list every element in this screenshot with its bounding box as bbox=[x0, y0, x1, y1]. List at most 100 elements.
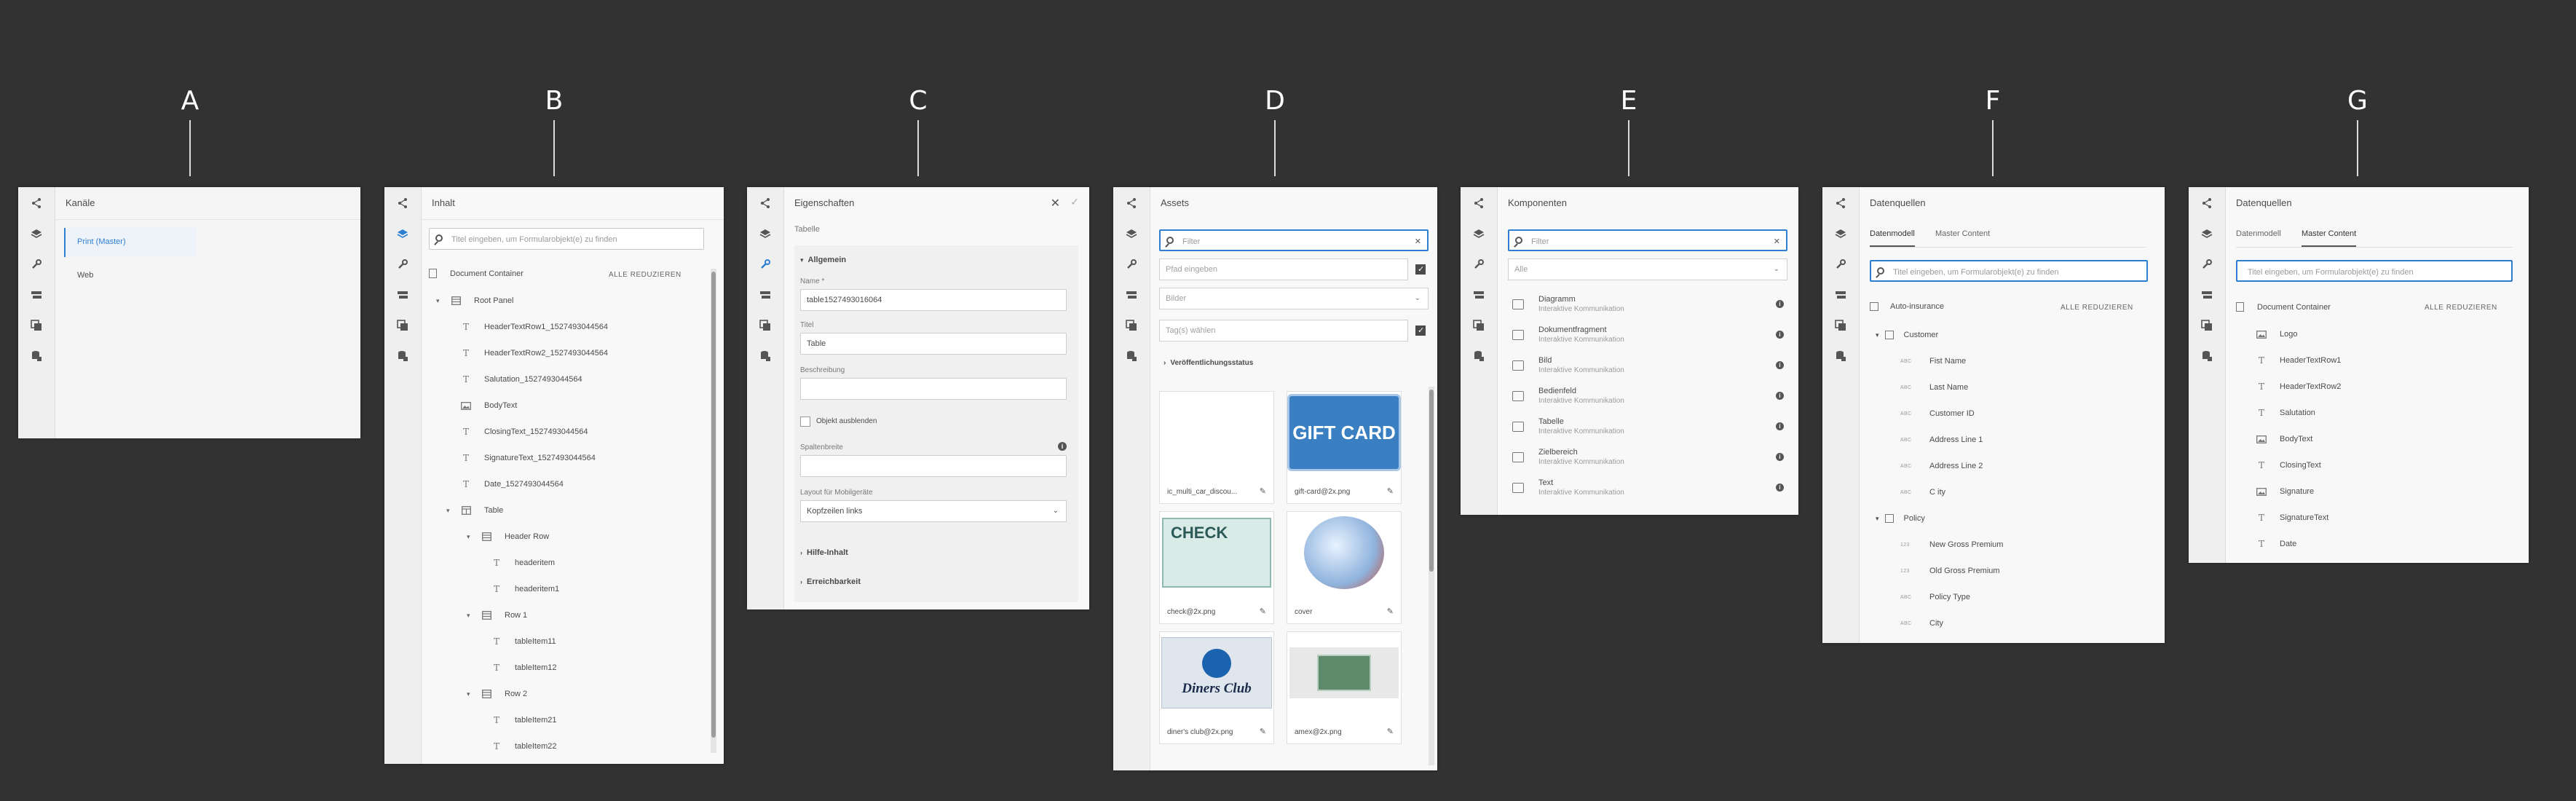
data-model-item[interactable]: ABC Policy Type bbox=[1900, 584, 1970, 610]
tree-item[interactable]: Theaderitem1 bbox=[490, 577, 559, 601]
share-icon[interactable] bbox=[1831, 194, 1850, 212]
section-accessibility-toggle[interactable]: › Erreichbarkeit bbox=[800, 577, 861, 586]
component-item[interactable]: Diagramm Interaktive Kommunikation i bbox=[1508, 291, 1788, 321]
tree-item[interactable]: T Salutation_1527493044564 bbox=[459, 367, 582, 392]
tab-master-content[interactable]: Master Content bbox=[1935, 229, 1990, 245]
chevron-down-icon[interactable]: ▾ bbox=[467, 533, 470, 541]
filter-input[interactable]: Filter ✕ bbox=[1508, 229, 1787, 251]
component-item[interactable]: Bedienfeld Interaktive Kommunikation i bbox=[1508, 382, 1788, 413]
copy-icon[interactable] bbox=[2197, 317, 2216, 334]
list-layout-icon[interactable] bbox=[1469, 286, 1488, 304]
layers-icon[interactable] bbox=[756, 225, 775, 242]
wrench-icon[interactable] bbox=[1469, 256, 1488, 273]
data-model-item[interactable]: ABC City bbox=[1900, 610, 1943, 636]
tags-input[interactable]: Tag(s) wählen bbox=[1159, 320, 1408, 342]
collapse-all-button[interactable]: ALLE REDUZIEREN bbox=[609, 271, 681, 279]
tree-item[interactable]: T SignatureText_1527493044564 bbox=[459, 446, 596, 470]
data-model-item[interactable]: ABC Fist Name bbox=[1900, 348, 1966, 374]
list-layout-icon[interactable] bbox=[393, 286, 412, 304]
close-icon[interactable]: ✕ bbox=[1051, 196, 1060, 210]
tree-item[interactable]: T HeaderTextRow1_1527493044564 bbox=[459, 315, 608, 339]
tree-item[interactable]: ▾ Header Row bbox=[467, 524, 549, 549]
data-model-item[interactable]: 123 Old Gross Premium bbox=[1900, 558, 2000, 584]
wrench-icon[interactable] bbox=[2197, 256, 2216, 273]
list-layout-icon[interactable] bbox=[1122, 286, 1141, 304]
data-source-icon[interactable] bbox=[756, 347, 775, 365]
tree-item[interactable]: ▾ Table bbox=[446, 498, 503, 523]
asset-card[interactable]: CHECK check@2x.png ✎ bbox=[1159, 511, 1274, 624]
copy-icon[interactable] bbox=[1469, 317, 1488, 334]
asset-card[interactable]: amex@2x.png ✎ bbox=[1287, 631, 1402, 744]
chevron-down-icon[interactable]: ▾ bbox=[467, 612, 470, 620]
info-icon[interactable]: i bbox=[1776, 300, 1784, 308]
wrench-icon[interactable] bbox=[1831, 256, 1850, 273]
share-icon[interactable] bbox=[1469, 194, 1488, 212]
content-item[interactable]: Signature bbox=[2255, 479, 2314, 504]
share-icon[interactable] bbox=[393, 194, 412, 212]
tree-item[interactable]: ▾ Root Panel bbox=[436, 288, 513, 313]
chevron-down-icon[interactable]: ▾ bbox=[1876, 331, 1879, 339]
info-icon[interactable]: i bbox=[1776, 484, 1784, 492]
data-model-item[interactable]: ABC Last Name bbox=[1900, 374, 1968, 400]
path-checkbox[interactable] bbox=[1415, 264, 1426, 275]
data-source-icon[interactable] bbox=[1469, 347, 1488, 365]
asset-card[interactable]: Diners Club diner's club@2x.png ✎ bbox=[1159, 631, 1274, 744]
share-icon[interactable] bbox=[27, 194, 46, 212]
tree-item[interactable]: Theaderitem bbox=[490, 551, 555, 575]
chevron-down-icon[interactable]: ▾ bbox=[467, 690, 470, 698]
content-item[interactable]: T HeaderTextRow2 bbox=[2255, 374, 2341, 399]
clear-icon[interactable]: ✕ bbox=[1415, 231, 1421, 253]
wrench-icon[interactable] bbox=[393, 256, 412, 273]
layers-icon[interactable] bbox=[2197, 225, 2216, 242]
edit-icon[interactable]: ✎ bbox=[1387, 486, 1394, 496]
publish-status-toggle[interactable]: › Veröffentlichungsstatus bbox=[1163, 359, 1253, 367]
copy-icon[interactable] bbox=[1831, 317, 1850, 334]
share-icon[interactable] bbox=[756, 194, 775, 212]
component-item[interactable]: Zielbereich Interaktive Kommunikation i bbox=[1508, 443, 1788, 474]
hide-object-checkbox[interactable] bbox=[800, 417, 810, 427]
data-model-item[interactable]: ▾ Customer bbox=[1876, 322, 1938, 348]
copy-icon[interactable] bbox=[756, 317, 775, 334]
confirm-icon[interactable]: ✓ bbox=[1070, 196, 1079, 208]
component-item[interactable]: Dokumentfragment Interaktive Kommunikatio… bbox=[1508, 321, 1788, 352]
scrollbar[interactable] bbox=[1429, 387, 1434, 765]
component-item[interactable]: Tabelle Interaktive Kommunikation i bbox=[1508, 413, 1788, 443]
share-icon[interactable] bbox=[2197, 194, 2216, 212]
component-item[interactable]: Text Interaktive Kommunikation i bbox=[1508, 474, 1788, 505]
title-field[interactable]: Table bbox=[800, 333, 1067, 355]
data-model-item[interactable]: ABC Address Line 1 bbox=[1900, 427, 1983, 453]
copy-icon[interactable] bbox=[393, 317, 412, 334]
chevron-down-icon[interactable]: ▾ bbox=[436, 297, 440, 305]
list-layout-icon[interactable] bbox=[1831, 286, 1850, 304]
tree-item[interactable]: T Date_1527493044564 bbox=[459, 472, 564, 497]
column-width-field[interactable] bbox=[800, 455, 1067, 477]
tree-item[interactable]: TtableItem11 bbox=[490, 629, 556, 654]
tree-item[interactable]: TtableItem21 bbox=[490, 708, 557, 733]
layers-icon[interactable] bbox=[27, 225, 46, 242]
content-item[interactable]: T Date bbox=[2255, 532, 2296, 556]
filter-input[interactable]: Filter ✕ bbox=[1159, 229, 1429, 251]
layers-icon[interactable] bbox=[1122, 225, 1141, 242]
type-select[interactable]: Bilder ⌄ bbox=[1159, 288, 1429, 309]
data-source-icon[interactable] bbox=[27, 347, 46, 365]
scrollbar[interactable] bbox=[711, 269, 716, 753]
wrench-icon[interactable] bbox=[756, 256, 775, 273]
content-item[interactable]: T Salutation bbox=[2255, 400, 2315, 425]
info-icon[interactable]: i bbox=[1776, 331, 1784, 339]
data-source-icon[interactable] bbox=[1831, 347, 1850, 365]
wrench-icon[interactable] bbox=[27, 256, 46, 273]
search-input[interactable]: Titel eingeben, um Formularobjekt(e) zu … bbox=[2236, 260, 2513, 282]
section-general-toggle[interactable]: ▾ Allgemein bbox=[800, 256, 846, 264]
copy-icon[interactable] bbox=[1122, 317, 1141, 334]
info-icon[interactable]: i bbox=[1776, 361, 1784, 369]
tree-item[interactable]: T ClosingText_1527493044564 bbox=[459, 419, 588, 444]
info-icon[interactable]: i bbox=[1776, 392, 1784, 400]
asset-card[interactable]: GIFT CARD gift-card@2x.png ✎ bbox=[1287, 391, 1402, 504]
name-field[interactable]: table1527493016064 bbox=[800, 289, 1067, 311]
collapse-all-button[interactable]: ALLE REDUZIEREN bbox=[2061, 304, 2133, 312]
tree-item[interactable]: T HeaderTextRow2_1527493044564 bbox=[459, 341, 608, 366]
chevron-down-icon[interactable]: ▾ bbox=[446, 507, 450, 515]
info-icon[interactable]: i bbox=[1058, 442, 1067, 451]
data-source-icon[interactable] bbox=[393, 347, 412, 365]
wrench-icon[interactable] bbox=[1122, 256, 1141, 273]
